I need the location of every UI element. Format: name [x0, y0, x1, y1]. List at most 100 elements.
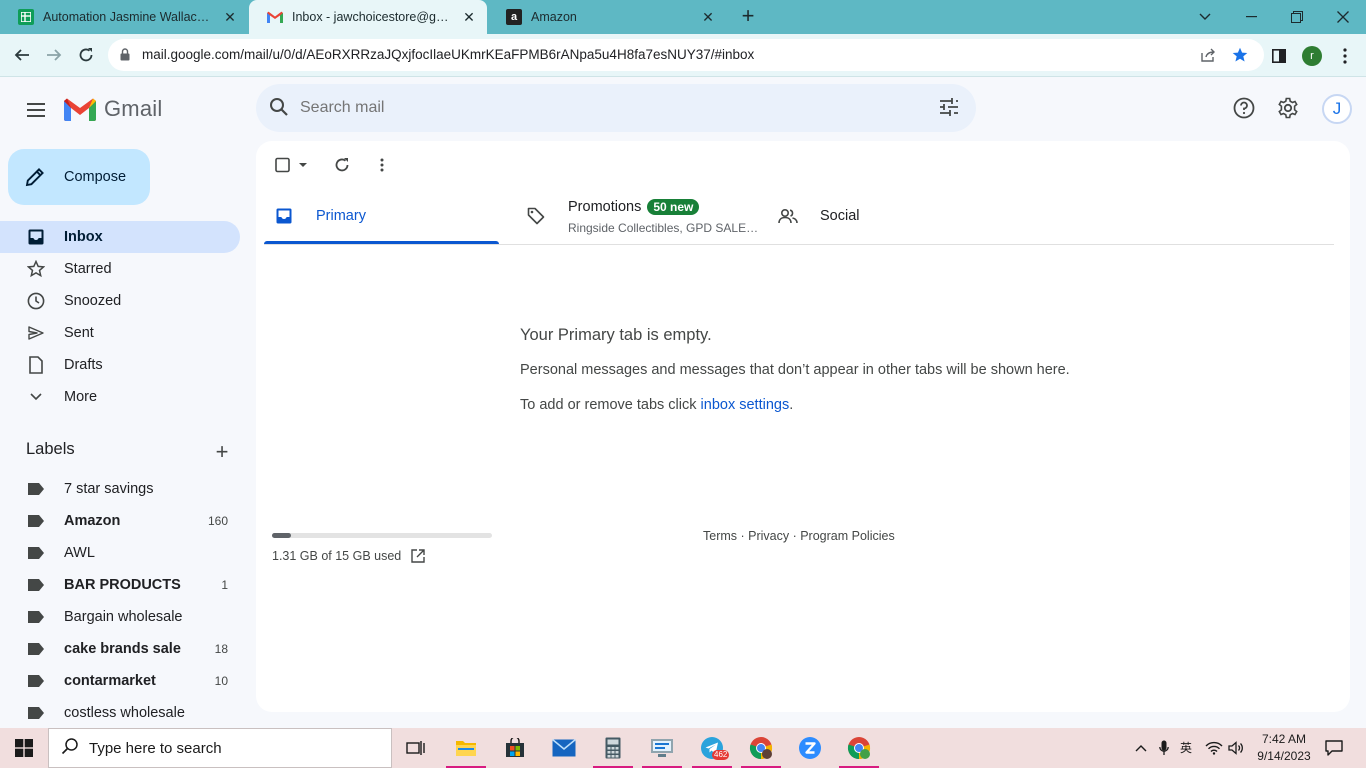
search-input[interactable]: [300, 99, 900, 117]
microsoft-store-icon[interactable]: [491, 728, 539, 768]
sidebar-item-label: Drafts: [64, 357, 103, 373]
label-item[interactable]: BAR PRODUCTS 1: [0, 569, 240, 601]
url-text[interactable]: mail.google.com/mail/u/0/d/AEoRXRRzaJQxj…: [142, 47, 754, 62]
sidebar-item-label: Sent: [64, 325, 94, 341]
label-item[interactable]: Amazon 160: [0, 505, 240, 537]
tab-label: Social: [820, 208, 860, 224]
empty-state-title: Your Primary tab is empty.: [520, 326, 712, 344]
label-item[interactable]: costless wholesale: [0, 697, 240, 729]
sidebar-item-more[interactable]: More: [0, 381, 240, 413]
pencil-icon: [24, 166, 46, 188]
account-avatar[interactable]: J: [1322, 94, 1352, 124]
forward-button[interactable]: [40, 41, 68, 69]
labels-heading: Labels: [26, 440, 75, 458]
label-count: 1: [221, 578, 228, 592]
sidebar-item-label: Inbox: [64, 229, 103, 245]
people-icon: [778, 208, 798, 224]
back-button[interactable]: [8, 41, 36, 69]
search-options-icon[interactable]: [938, 96, 960, 123]
browser-tab-amazon[interactable]: a Amazon ✕: [488, 0, 726, 34]
inbox-settings-link[interactable]: inbox settings: [701, 397, 790, 413]
close-icon[interactable]: ✕: [222, 9, 238, 26]
lock-icon[interactable]: [120, 48, 130, 66]
divider: [264, 244, 1334, 245]
gmail-logo[interactable]: Gmail: [64, 96, 162, 122]
clock-icon: [26, 291, 46, 311]
mail-app-icon[interactable]: [540, 728, 588, 768]
storage-usage-text: 1.31 GB of 15 GB used: [272, 549, 402, 563]
notifications-icon[interactable]: [1320, 728, 1348, 768]
new-tab-button[interactable]: +: [736, 4, 760, 30]
footer-links[interactable]: Terms · Privacy · Program Policies: [703, 529, 895, 543]
search-bar[interactable]: [256, 84, 976, 132]
refresh-icon[interactable]: [332, 155, 352, 175]
tag-icon: [526, 207, 546, 225]
compose-button[interactable]: Compose: [8, 149, 150, 205]
file-explorer-icon[interactable]: [442, 728, 490, 768]
label-icon: [28, 611, 46, 623]
tab-primary[interactable]: Primary: [274, 187, 494, 245]
side-panel-icon[interactable]: [1268, 45, 1290, 67]
external-link-icon[interactable]: [411, 549, 425, 563]
more-options-icon[interactable]: [372, 155, 392, 175]
close-window-button[interactable]: [1320, 0, 1366, 34]
tab-title: Automation Jasmine Wallace - Go: [43, 10, 216, 24]
label-name: 7 star savings: [64, 481, 154, 497]
search-icon[interactable]: [268, 96, 290, 123]
input-method-icon[interactable]: 英: [1178, 728, 1200, 768]
sidebar-item-sent[interactable]: Sent: [0, 317, 240, 349]
system-clock[interactable]: 7:42 AM 9/14/2023: [1248, 731, 1320, 765]
close-icon[interactable]: ✕: [700, 9, 716, 26]
sidebar-item-snoozed[interactable]: Snoozed: [0, 285, 240, 317]
close-icon[interactable]: ✕: [461, 9, 477, 26]
minimize-button[interactable]: [1228, 0, 1274, 34]
tab-social[interactable]: Social: [778, 187, 978, 245]
show-hidden-icons[interactable]: [1130, 728, 1152, 768]
main-menu-icon[interactable]: [20, 94, 52, 126]
wifi-icon[interactable]: [1202, 728, 1226, 768]
task-view-icon[interactable]: [392, 728, 440, 768]
browser-tab-gmail[interactable]: Inbox - jawchoicestore@gmail.com ✕: [249, 0, 487, 34]
label-item[interactable]: AWL: [0, 537, 240, 569]
taskbar-search[interactable]: Type here to search: [48, 728, 392, 768]
reload-button[interactable]: [72, 41, 100, 69]
sidebar-item-drafts[interactable]: Drafts: [0, 349, 240, 381]
address-bar[interactable]: mail.google.com/mail/u/0/d/AEoRXRRzaJQxj…: [108, 39, 1264, 71]
telegram-icon[interactable]: 462: [688, 728, 736, 768]
microphone-icon[interactable]: [1154, 728, 1174, 768]
label-item[interactable]: cake brands sale 18: [0, 633, 240, 665]
volume-icon[interactable]: [1226, 728, 1248, 768]
sidebar-item-starred[interactable]: Starred: [0, 253, 240, 285]
select-all-checkbox[interactable]: [272, 155, 310, 175]
new-count-badge: 50 new: [647, 198, 700, 215]
profile-avatar[interactable]: r: [1301, 45, 1323, 67]
search-icon: [61, 737, 79, 760]
chrome-profile-icon[interactable]: [737, 728, 785, 768]
share-icon[interactable]: [1198, 45, 1218, 65]
label-icon: [28, 675, 46, 687]
tab-search-icon[interactable]: [1182, 0, 1228, 34]
create-label-button[interactable]: +: [210, 439, 234, 464]
help-icon[interactable]: [1232, 96, 1256, 120]
label-icon: [28, 515, 46, 527]
browser-menu-icon[interactable]: [1334, 45, 1356, 67]
sidebar-item-label: Snoozed: [64, 293, 122, 309]
tab-title: Amazon: [531, 10, 577, 24]
zoom-icon[interactable]: [786, 728, 834, 768]
windows-start-icon[interactable]: [0, 728, 48, 768]
label-item[interactable]: contarmarket 10: [0, 665, 240, 697]
label-name: Amazon: [64, 513, 121, 529]
label-name: costless wholesale: [64, 705, 185, 721]
label-item[interactable]: Bargain wholesale: [0, 601, 240, 633]
calculator-icon[interactable]: [589, 728, 637, 768]
browser-tab-sheets[interactable]: Automation Jasmine Wallace - Go ✕: [0, 0, 248, 34]
settings-gear-icon[interactable]: [1276, 96, 1300, 120]
network-tool-icon[interactable]: [638, 728, 686, 768]
bookmark-star-icon[interactable]: [1230, 45, 1250, 65]
restore-button[interactable]: [1274, 0, 1320, 34]
tab-promotions[interactable]: Promotions 50 new Ringside Collectibles, …: [526, 187, 766, 245]
gmail-wordmark: Gmail: [104, 96, 163, 121]
sidebar-item-inbox[interactable]: Inbox: [0, 221, 240, 253]
chrome-icon[interactable]: [835, 728, 883, 768]
label-item[interactable]: 7 star savings: [0, 473, 240, 505]
